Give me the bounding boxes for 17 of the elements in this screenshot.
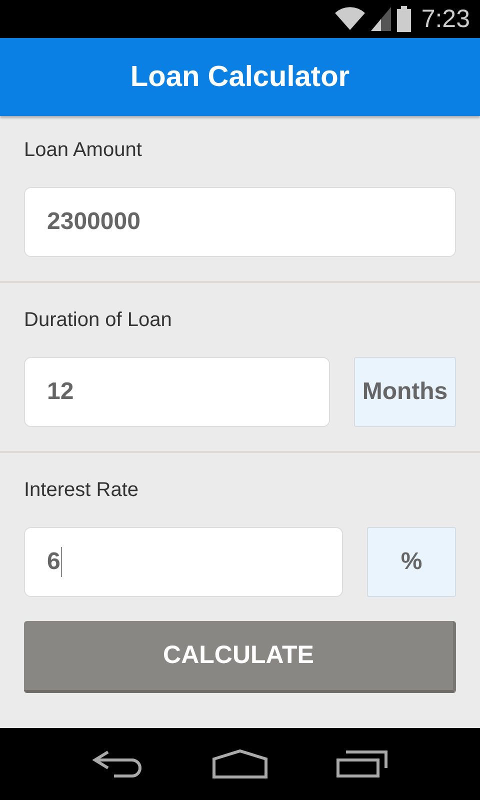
- input-field[interactable]: 12: [24, 357, 330, 427]
- back-icon[interactable]: [92, 750, 144, 778]
- calculate-button[interactable]: CALCULATE: [24, 621, 456, 693]
- field-label: Loan Amount: [24, 138, 143, 163]
- unit-label: %: [367, 527, 456, 597]
- home-icon[interactable]: [212, 749, 268, 779]
- battery-icon: [397, 6, 412, 32]
- recent-apps-icon[interactable]: [336, 750, 388, 778]
- field-label: Interest Rate: [24, 478, 140, 503]
- wifi-icon: [335, 7, 366, 31]
- signal-icon: [371, 7, 392, 31]
- input-field[interactable]: 6: [24, 527, 343, 597]
- unit-label: Months: [354, 357, 456, 427]
- field-label: Duration of Loan: [24, 308, 173, 333]
- app-title: Loan Calculator: [130, 60, 350, 94]
- clock-time: 7:23: [421, 4, 470, 34]
- input-field[interactable]: 2300000: [24, 187, 456, 257]
